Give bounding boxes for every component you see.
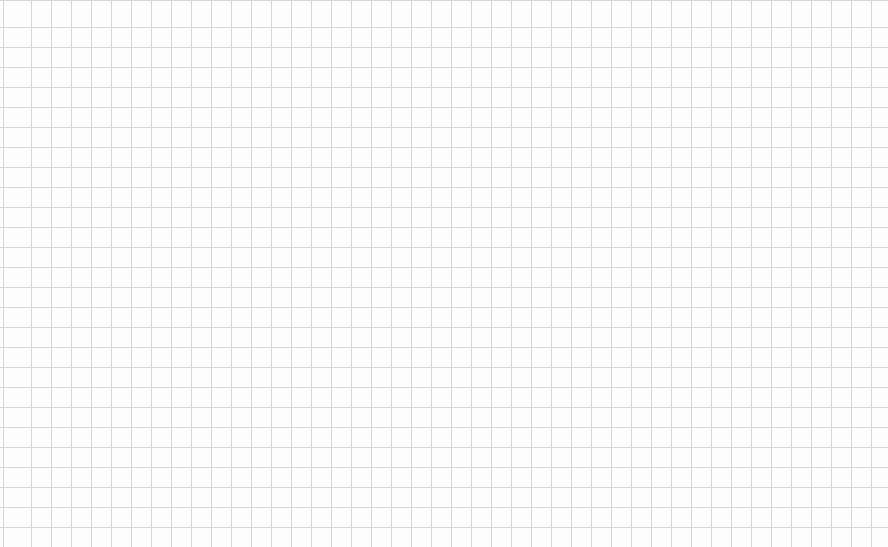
diagram-canvas[interactable] — [0, 0, 888, 547]
